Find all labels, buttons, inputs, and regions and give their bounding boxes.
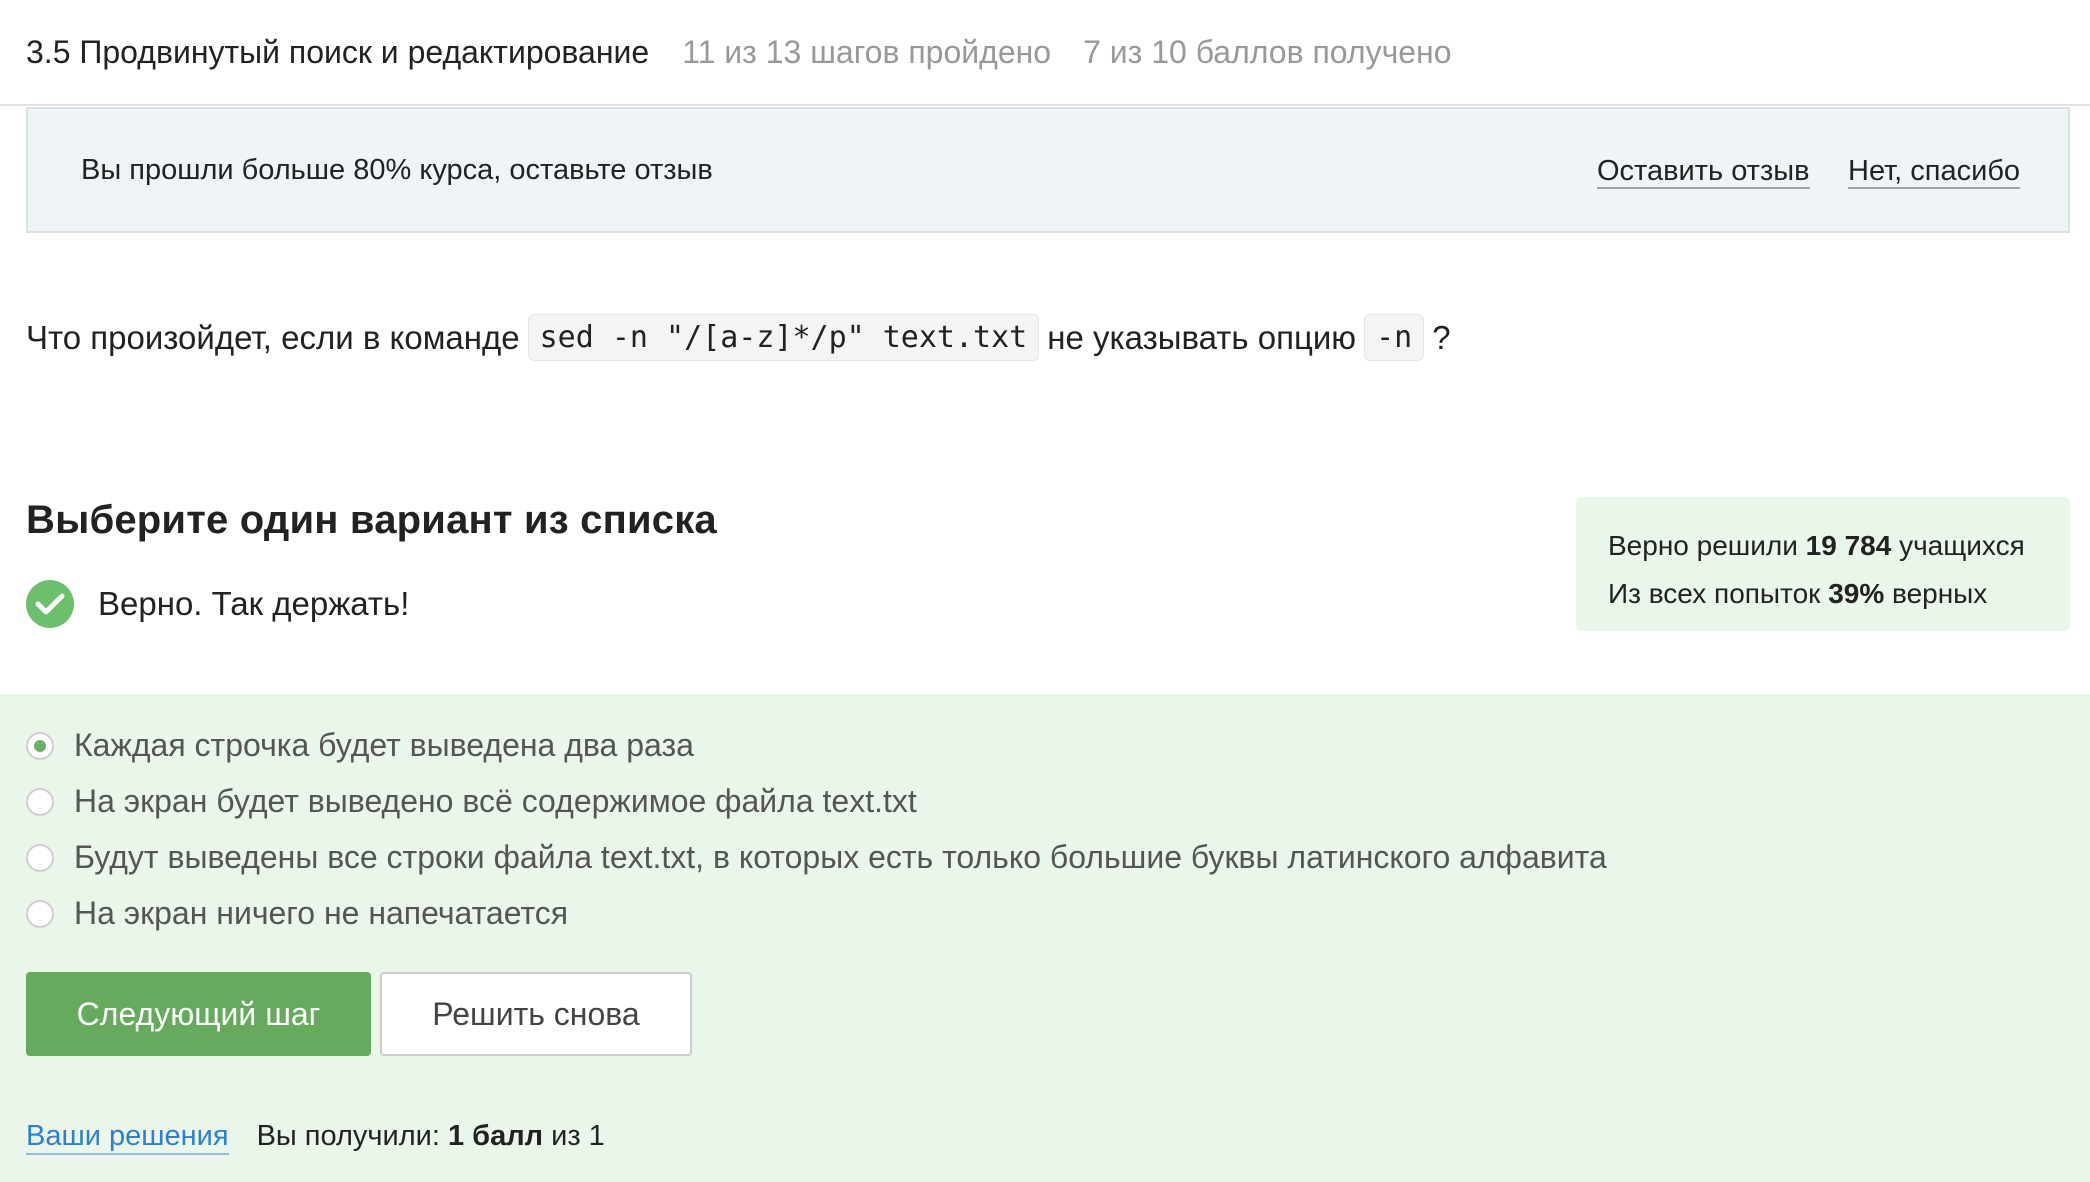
answer-option-label: На экран будет выведено всё содержимое ф… [74,783,917,819]
answer-option-label: Будут выведены все строки файла text.txt… [74,839,1607,875]
radio-unselected[interactable] [26,899,54,928]
stats-solved-suffix: учащихся [1899,530,2025,561]
radio-dot [34,739,46,752]
answer-option[interactable]: Каждая строчка будет выведена два раза [26,727,694,764]
radio-unselected[interactable] [26,787,54,816]
your-solutions-link[interactable]: Ваши решения [26,1120,229,1155]
score-text: Вы получили: 1 балл из 1 [257,1120,605,1153]
stats-solved-prefix: Верно решили [1608,530,1798,561]
stats-attempts: Из всех попыток 39% верных [1608,570,2070,618]
lesson-header: 3.5 Продвинутый поиск и редактирование 1… [0,0,2090,106]
feedback-banner-text: Вы прошли больше 80% курса, оставьте отз… [81,153,713,186]
answer-option[interactable]: На экран ничего не напечатается [26,895,568,932]
command-code: sed -n "/[a-z]*/p" text.txt [527,314,1040,361]
answer-area: Каждая строчка будет выведена два раза Н… [0,694,2090,1182]
retry-button[interactable]: Решить снова [380,972,692,1056]
feedback-banner: Вы прошли больше 80% курса, оставьте отз… [26,107,2070,233]
stats-attempts-percent: 39% [1828,578,1885,609]
checkmark-icon [35,593,65,615]
question-text: Что произойдет, если в команде sed -n "/… [26,314,1451,361]
answer-option-label: На экран ничего не напечатается [74,895,569,931]
steps-progress: 11 из 13 шагов пройдено [682,33,1052,70]
stats-attempts-suffix: верных [1892,578,1988,609]
question-prefix: Что произойдет, если в команде [26,318,520,356]
points-progress: 7 из 10 баллов получено [1083,33,1452,70]
check-circle-icon [26,580,74,628]
score-value: 1 балл [447,1120,544,1152]
lesson-title: 3.5 Продвинутый поиск и редактирование [26,33,650,70]
decline-review-link[interactable]: Нет, спасибо [1848,156,2021,189]
footer-row: Ваши решения Вы получили: 1 балл из 1 [26,1120,605,1155]
score-suffix: из 1 [551,1120,605,1152]
score-prefix: Вы получили: [256,1120,440,1152]
stats-panel: Верно решили 19 784 учащихся Из всех поп… [1576,497,2070,631]
radio-selected[interactable] [26,731,54,760]
question-middle: не указывать опцию [1047,318,1357,356]
leave-review-link[interactable]: Оставить отзыв [1597,156,1810,189]
quiz-instruction: Выберите один вариант из списка [26,498,717,542]
answer-option[interactable]: Будут выведены все строки файла text.txt… [26,839,1607,876]
answer-option[interactable]: На экран будет выведено всё содержимое ф… [26,783,917,820]
stats-solved: Верно решили 19 784 учащихся [1608,522,2070,570]
result-status: Верно. Так держать! [26,580,409,628]
stats-attempts-prefix: Из всех попыток [1608,578,1821,609]
result-text: Верно. Так держать! [98,585,410,622]
next-step-button[interactable]: Следующий шаг [26,972,371,1056]
radio-unselected[interactable] [26,843,54,872]
option-code: -n [1364,314,1425,361]
stats-solved-count: 19 784 [1805,530,1892,561]
answer-option-label: Каждая строчка будет выведена два раза [74,727,694,763]
question-suffix: ? [1432,318,1451,356]
